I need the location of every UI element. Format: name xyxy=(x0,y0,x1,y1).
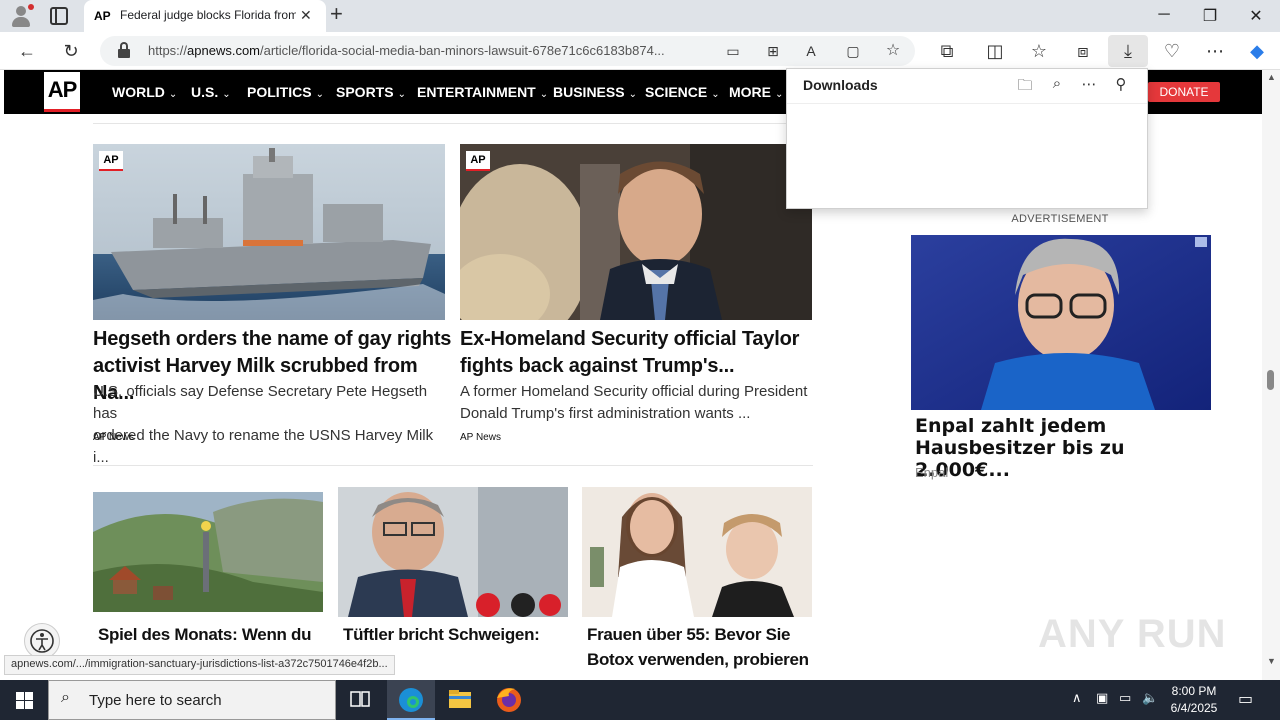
notifications-icon[interactable]: ▭ xyxy=(1238,689,1253,709)
article-image-taylor[interactable]: AP xyxy=(460,144,812,320)
promo-image-man[interactable] xyxy=(338,487,568,617)
ap-favicon-icon: AP xyxy=(94,9,111,23)
article-source[interactable]: AP News xyxy=(93,432,134,443)
divider xyxy=(93,123,813,124)
scroll-up-icon[interactable]: ▲ xyxy=(1267,72,1276,82)
scroll-thumb[interactable] xyxy=(1267,370,1274,390)
more-options-icon[interactable]: ⋯ xyxy=(1079,75,1099,95)
app-available-icon[interactable]: ▭ xyxy=(722,40,744,62)
taskbar-clock[interactable]: 8:00 PM 6/4/2025 xyxy=(1166,683,1222,717)
donate-button[interactable]: DONATE xyxy=(1148,82,1220,102)
edge-icon[interactable] xyxy=(387,680,435,720)
promo-headline[interactable]: Tüftler bricht Schweigen: xyxy=(343,622,568,647)
nav-item-politics[interactable]: POLITICS ⌄ xyxy=(247,84,324,100)
ad-image[interactable] xyxy=(911,235,1211,410)
new-tab-button[interactable]: + xyxy=(330,3,343,25)
browser-toolbar: ← ↻ https://apnews.com/article/florida-s… xyxy=(0,32,1280,70)
promo-headline[interactable]: Frauen über 55: Bevor Sie Botox verwende… xyxy=(587,622,812,672)
lock-icon[interactable] xyxy=(118,42,130,58)
promo-image-village[interactable] xyxy=(93,492,323,612)
nav-item-science[interactable]: SCIENCE ⌄ xyxy=(645,84,720,100)
divider xyxy=(787,103,1147,104)
task-view-icon[interactable] xyxy=(336,680,384,720)
downloads-title: Downloads xyxy=(803,77,878,93)
tab-title: Federal judge blocks Florida from xyxy=(120,8,296,22)
start-button[interactable] xyxy=(0,680,48,720)
ad-label: ADVERTISEMENT xyxy=(1011,213,1109,225)
downloads-panel: Downloads 🗀 ⌕ ⋯ ⚲ xyxy=(786,68,1148,209)
nav-item-entertainment[interactable]: ENTERTAINMENT ⌄ xyxy=(417,84,548,100)
nav-item-sports[interactable]: SPORTS ⌄ xyxy=(336,84,406,100)
immersive-reader-icon[interactable]: ▢ xyxy=(842,40,864,62)
divider xyxy=(93,465,813,466)
article-summary: A former Homeland Security official duri… xyxy=(460,383,808,422)
close-tab-icon[interactable]: ✕ xyxy=(300,7,312,24)
nav-item-world[interactable]: WORLD ⌄ xyxy=(112,84,177,100)
tab-strip: AP Federal judge blocks Florida from ✕ +… xyxy=(0,0,1280,32)
ap-badge: AP xyxy=(466,151,490,171)
anyrun-watermark: ANY RUN xyxy=(1038,612,1227,656)
extensions-icon[interactable]: ⧉ xyxy=(936,40,958,62)
firefox-icon[interactable] xyxy=(485,680,533,720)
minimize-button[interactable]: ─ xyxy=(1154,6,1174,24)
article-summary: U.S. officials say Defense Secretary Pet… xyxy=(93,383,434,466)
scroll-down-icon[interactable]: ▼ xyxy=(1267,656,1276,666)
browser-essentials-icon[interactable]: ♡ xyxy=(1161,40,1183,62)
accessibility-button[interactable] xyxy=(24,623,60,659)
taskbar-search[interactable]: ⌕ Type here to search xyxy=(48,680,336,720)
file-explorer-icon[interactable] xyxy=(436,680,484,720)
article-headline[interactable]: Ex-Homeland Security official Taylor fig… xyxy=(460,326,820,380)
promo-headline[interactable]: Spiel des Monats: Wenn du xyxy=(98,622,323,647)
article-source[interactable]: AP News xyxy=(460,432,501,443)
search-icon: ⌕ xyxy=(61,689,70,706)
read-aloud-icon[interactable]: A xyxy=(800,40,822,62)
nav-item-business[interactable]: BUSINESS ⌄ xyxy=(553,84,637,100)
back-icon[interactable]: ← xyxy=(16,40,38,62)
volume-icon[interactable]: 🔈 xyxy=(1142,690,1158,706)
search-downloads-icon[interactable]: ⌕ xyxy=(1047,75,1067,95)
ad-headline[interactable]: Enpal zahlt jedem Hausbesitzer bis zu 2.… xyxy=(915,415,1211,481)
ap-badge: AP xyxy=(99,151,123,171)
apps-icon[interactable]: ⊞ xyxy=(762,40,784,62)
tab-actions-icon[interactable] xyxy=(50,7,68,25)
refresh-icon[interactable]: ↻ xyxy=(60,40,82,62)
nav-item-more[interactable]: MORE ⌄ xyxy=(729,84,783,100)
search-placeholder: Type here to search xyxy=(89,692,222,709)
tray-chevron-icon[interactable]: ∧ xyxy=(1072,690,1082,706)
profile-icon[interactable] xyxy=(8,4,34,28)
copilot-icon[interactable]: ◆ xyxy=(1246,40,1268,62)
ap-logo[interactable]: AP xyxy=(44,72,80,112)
pin-icon[interactable]: ⚲ xyxy=(1111,75,1131,95)
collections-icon[interactable]: ⧈ xyxy=(1072,40,1094,62)
restore-button[interactable]: ❐ xyxy=(1200,6,1220,26)
download-icon[interactable]: ⤓ xyxy=(1117,40,1139,62)
split-screen-icon[interactable]: ◫ xyxy=(984,40,1006,62)
close-window-button[interactable]: ✕ xyxy=(1246,6,1266,26)
ad-source[interactable]: Enpal xyxy=(915,465,948,480)
address-bar[interactable]: https://apnews.com/article/florida-socia… xyxy=(100,36,915,66)
network-icon[interactable]: ▭ xyxy=(1119,690,1131,706)
open-folder-icon[interactable]: 🗀 xyxy=(1015,75,1035,95)
status-bar-url: apnews.com/.../immigration-sanctuary-jur… xyxy=(4,655,395,675)
network-device-icon[interactable]: ▣ xyxy=(1096,690,1108,706)
nav-item-us[interactable]: U.S. ⌄ xyxy=(191,84,231,100)
windows-taskbar: ⌕ Type here to search ∧ ▣ ▭ 🔈 8:00 PM 6/… xyxy=(0,680,1280,720)
promo-image-woman[interactable] xyxy=(582,487,812,617)
settings-more-icon[interactable]: ⋯ xyxy=(1204,40,1226,62)
url-text[interactable]: https://apnews.com/article/florida-socia… xyxy=(148,43,718,58)
page-scrollbar[interactable]: ▲ ▼ xyxy=(1262,70,1280,680)
browser-tab[interactable]: AP Federal judge blocks Florida from ✕ xyxy=(84,0,326,32)
favorite-star-icon[interactable]: ☆ xyxy=(882,40,904,62)
favorites-icon[interactable]: ☆ xyxy=(1028,40,1050,62)
article-image-ship[interactable]: AP xyxy=(93,144,445,320)
